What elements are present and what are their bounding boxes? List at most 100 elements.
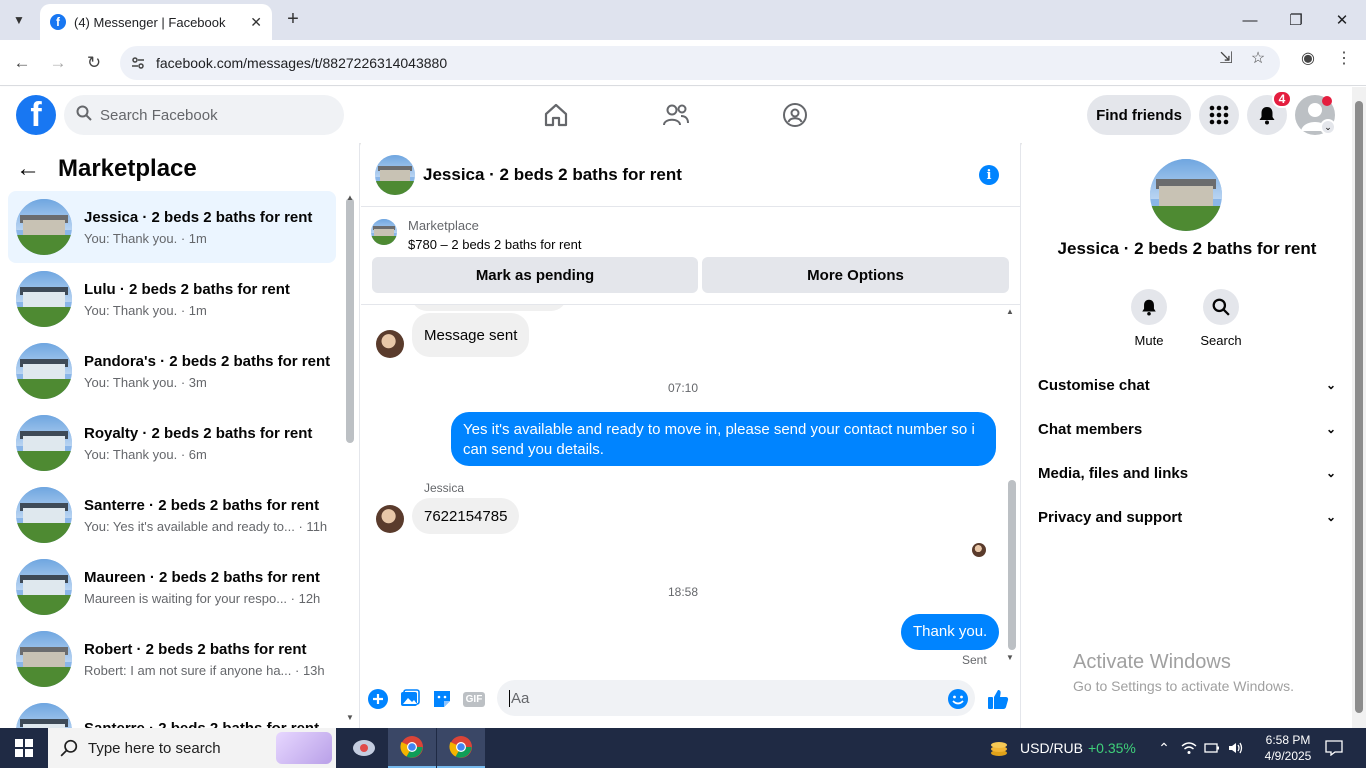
sender-avatar[interactable] (376, 330, 404, 358)
snipping-tool-icon[interactable] (340, 728, 388, 768)
tab-close-icon[interactable]: ✕ (250, 14, 262, 31)
chat-avatar[interactable] (375, 154, 415, 195)
browser-menu-icon[interactable]: ⋮ (1334, 48, 1354, 68)
message-input[interactable]: Aa (497, 680, 975, 716)
message-composer: GIF Aa (361, 670, 1021, 728)
new-tab-icon[interactable]: + (282, 8, 304, 30)
browser-tab[interactable]: f (4) Messenger | Facebook ✕ (40, 4, 272, 40)
chat-details-panel: Jessica · 2 beds 2 baths for rent Mute S… (1022, 143, 1352, 728)
chrome-icon[interactable] (388, 728, 436, 768)
friends-icon[interactable] (660, 99, 692, 131)
chat-scroll-down-icon[interactable]: ▼ (1006, 653, 1014, 662)
conversation-item[interactable]: Maureen · 2 beds 2 baths for rent Mauree… (8, 551, 336, 623)
conversation-item[interactable]: Santerre · 2 beds 2 baths for rent You: … (8, 479, 336, 551)
marketplace-label: Marketplace (408, 218, 479, 233)
conversation-item[interactable]: Santerre · 2 beds 2 baths for rent (8, 695, 336, 728)
site-info-icon[interactable] (120, 55, 156, 71)
chat-title[interactable]: Jessica · 2 beds 2 baths for rent (423, 165, 682, 185)
taskbar-search-placeholder: Type here to search (88, 739, 221, 757)
conversation-item[interactable]: Royalty · 2 beds 2 baths for rent You: T… (8, 407, 336, 479)
page-scrollbar-thumb[interactable] (1355, 101, 1363, 713)
restore-icon[interactable]: ❐ (1284, 8, 1308, 32)
sender-name: Jessica (424, 481, 465, 495)
minimize-icon[interactable]: — (1238, 8, 1262, 32)
install-app-icon[interactable]: ⇲ (1216, 48, 1236, 68)
coins-icon[interactable] (988, 739, 1010, 757)
home-icon[interactable] (540, 99, 572, 131)
tab-search-dropdown-icon[interactable]: ▼ (8, 9, 30, 31)
facebook-search-input[interactable]: Search Facebook (64, 95, 344, 135)
message-bubble-outgoing[interactable]: Thank you. (901, 614, 1000, 650)
back-icon[interactable]: ← (10, 51, 34, 75)
conversation-name: Santerre · 2 beds 2 baths for rent (84, 720, 319, 728)
message-bubble-incoming[interactable]: Message sent (412, 313, 530, 357)
scroll-up-icon[interactable]: ▲ (346, 193, 354, 202)
privacy-support-section[interactable]: Privacy and support ⌄ (1038, 505, 1336, 529)
back-arrow-icon[interactable]: ← (16, 155, 40, 183)
groups-icon[interactable] (779, 99, 811, 131)
mute-button[interactable]: Mute (1113, 289, 1185, 348)
conversation-preview: You: Thank you. · 6m (84, 446, 207, 462)
sender-avatar[interactable] (376, 505, 404, 533)
conversation-item[interactable]: Robert · 2 beds 2 baths for rent Robert:… (8, 623, 336, 695)
action-center-icon[interactable] (1324, 739, 1344, 757)
section-label: Privacy and support (1038, 508, 1183, 526)
scroll-down-icon[interactable]: ▼ (346, 713, 354, 722)
chevron-up-icon[interactable]: ⌃ (1155, 739, 1173, 757)
info-icon[interactable]: i (979, 165, 999, 185)
sticker-icon[interactable] (431, 688, 453, 710)
mark-as-pending-button[interactable]: Mark as pending (372, 257, 698, 293)
clock-date: 4/9/2025 (1264, 749, 1312, 763)
media-files-links-section[interactable]: Media, files and links ⌄ (1038, 461, 1336, 485)
list-scrollbar[interactable] (346, 198, 354, 443)
gif-icon[interactable]: GIF (462, 688, 486, 710)
chrome-profile-icon[interactable] (437, 728, 485, 768)
customise-chat-section[interactable]: Customise chat ⌄ (1038, 373, 1336, 397)
listing-thumbnail (16, 199, 72, 255)
url-text: facebook.com/messages/t/8827226314043880 (156, 55, 448, 71)
conversation-item[interactable]: Jessica · 2 beds 2 baths for rent You: T… (8, 191, 336, 263)
account-chevron-icon[interactable]: ⌄ (1320, 119, 1336, 135)
volume-icon[interactable] (1227, 739, 1245, 757)
battery-icon[interactable] (1203, 739, 1221, 757)
conversation-item[interactable]: Lulu · 2 beds 2 baths for rent You: Than… (8, 263, 336, 335)
profile-icon[interactable]: ◉ (1298, 48, 1318, 68)
read-receipt-avatar (972, 543, 986, 557)
page-scrollbar[interactable] (1352, 87, 1366, 728)
menu-grid-icon[interactable] (1199, 95, 1239, 135)
chat-scrollbar[interactable] (1008, 480, 1016, 650)
taskbar-search-input[interactable]: Type here to search (48, 728, 336, 768)
unicorn-search-highlight-icon (276, 732, 332, 764)
browser-toolbar: ← → ↻ facebook.com/messages/t/8827226314… (0, 40, 1366, 86)
message-bubble-incoming[interactable]: 7622154785 (412, 498, 520, 534)
plus-circle-icon[interactable] (367, 688, 389, 710)
taskbar-clock[interactable]: 6:58 PM 4/9/2025 (1256, 732, 1320, 764)
windows-start-icon[interactable] (0, 728, 48, 768)
forward-icon[interactable]: → (46, 51, 70, 75)
ticker-symbol[interactable]: USD/RUB (1020, 740, 1083, 756)
browser-tab-bar: ▼ f (4) Messenger | Facebook ✕ + — ❐ ✕ (0, 0, 1366, 40)
list-title: Marketplace (58, 155, 197, 182)
bookmark-star-icon[interactable]: ☆ (1248, 48, 1268, 68)
network-icon[interactable] (1180, 739, 1198, 757)
details-avatar[interactable] (1150, 159, 1222, 231)
emoji-icon[interactable] (947, 688, 969, 710)
address-bar[interactable]: facebook.com/messages/t/8827226314043880 (120, 46, 1280, 80)
reload-icon[interactable]: ↻ (82, 51, 106, 75)
close-window-icon[interactable]: ✕ (1330, 8, 1354, 32)
message-bubble-outgoing[interactable]: Yes it's available and ready to move in,… (451, 412, 996, 466)
thumbs-up-icon[interactable] (987, 688, 1009, 710)
listing-title[interactable]: $780 – 2 beds 2 baths for rent (408, 237, 581, 252)
more-options-button[interactable]: More Options (702, 257, 1009, 293)
listing-thumbnail-small[interactable] (371, 219, 397, 245)
facebook-logo-icon[interactable]: f (16, 95, 56, 135)
chat-scroll-up-icon[interactable]: ▲ (1006, 307, 1014, 316)
listing-thumbnail (16, 343, 72, 399)
photo-icon[interactable] (399, 688, 421, 710)
search-conversation-button[interactable]: Search (1185, 289, 1257, 348)
find-friends-button[interactable]: Find friends (1087, 95, 1191, 135)
chat-panel: Jessica · 2 beds 2 baths for rent i Mark… (361, 143, 1021, 728)
chat-members-section[interactable]: Chat members ⌄ (1038, 417, 1336, 441)
conversation-item[interactable]: Pandora's · 2 beds 2 baths for rent You:… (8, 335, 336, 407)
chevron-down-icon: ⌄ (1325, 422, 1336, 436)
